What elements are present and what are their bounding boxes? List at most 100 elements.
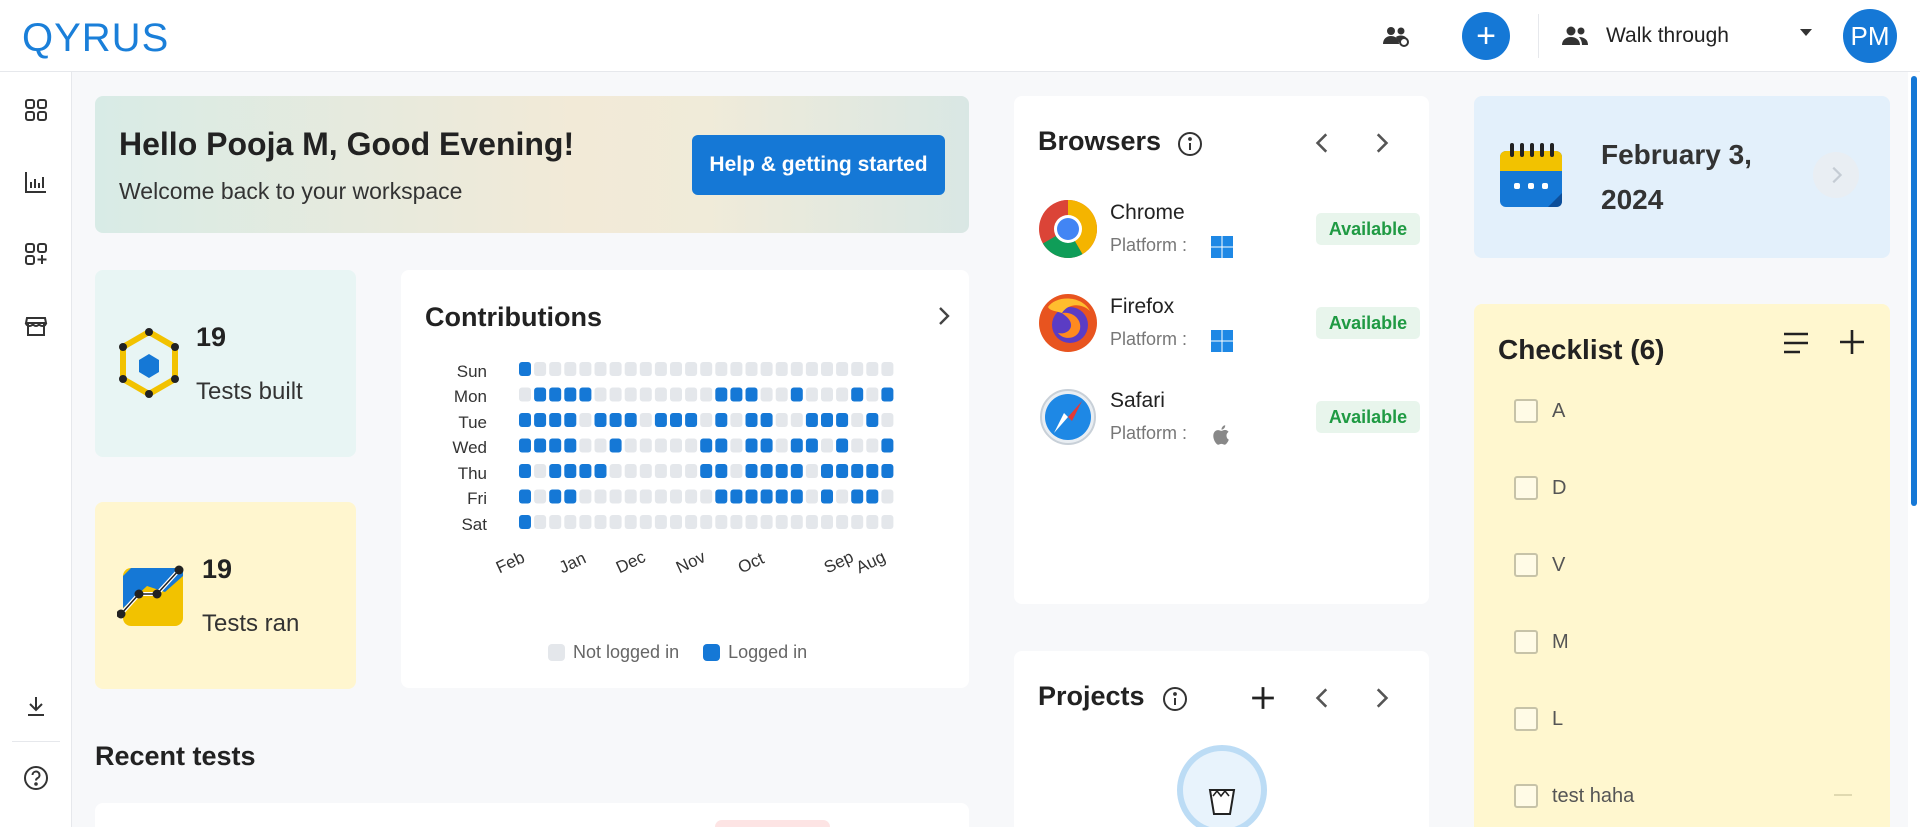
app-logo[interactable]: QYRUS [22, 16, 169, 61]
checklist-item[interactable]: test haha [1514, 781, 1634, 811]
contribution-cell [639, 489, 652, 504]
contribution-cell [609, 489, 622, 504]
list-menu-icon[interactable] [1782, 330, 1810, 356]
chevron-right-icon[interactable] [1368, 130, 1394, 156]
contributions-legend: Not logged in Logged in [548, 642, 807, 663]
contribution-cell [534, 413, 547, 427]
add-button[interactable]: + [1462, 12, 1510, 60]
checkbox[interactable] [1514, 707, 1538, 731]
safari-icon [1040, 389, 1096, 445]
contribution-cell [760, 515, 773, 529]
tests-built-card[interactable]: 19 Tests built [95, 270, 356, 457]
contribution-cell [700, 464, 713, 478]
checklist-item[interactable]: V [1514, 550, 1565, 580]
contribution-cell [534, 362, 547, 376]
contribution-cell [775, 362, 788, 376]
contribution-cell [821, 515, 833, 529]
contribution-cell [851, 438, 864, 453]
contribution-cell [851, 387, 864, 402]
sidebar-item-add-module[interactable] [20, 238, 52, 270]
contribution-cell [685, 489, 698, 504]
plus-icon[interactable] [1838, 328, 1866, 356]
checklist-item[interactable]: A [1514, 396, 1565, 426]
contribution-cell [805, 515, 818, 529]
sidebar-item-download[interactable] [20, 690, 52, 722]
contribution-cell [715, 489, 728, 504]
sidebar [0, 72, 72, 827]
month-label: Oct [735, 548, 768, 578]
recent-test-status-badge [715, 820, 830, 827]
contribution-cell [730, 464, 743, 478]
checkbox[interactable] [1514, 399, 1538, 423]
browser-row-safari[interactable]: Safari Platform : Available [1038, 387, 1420, 451]
contribution-cell [685, 438, 698, 453]
contribution-cell [715, 387, 728, 402]
contribution-cell [670, 464, 682, 478]
checkbox[interactable] [1514, 553, 1538, 577]
contribution-cell [836, 489, 849, 504]
chevron-right-icon[interactable] [1368, 685, 1394, 711]
contribution-cell [654, 362, 667, 376]
contribution-cell [866, 362, 879, 376]
checkbox[interactable] [1514, 476, 1538, 500]
checklist-item[interactable]: M [1514, 627, 1569, 657]
contribution-cell [836, 362, 849, 376]
contribution-cell [745, 489, 758, 504]
contribution-cell [549, 413, 562, 427]
contribution-cell [760, 362, 773, 376]
contribution-cell [670, 413, 682, 427]
contribution-cell [639, 438, 652, 453]
sidebar-item-help[interactable] [20, 762, 52, 794]
contribution-grid [519, 362, 894, 529]
contribution-cell [760, 438, 773, 453]
avatar[interactable]: PM [1843, 9, 1897, 63]
info-icon[interactable] [1177, 131, 1203, 157]
chevron-left-icon[interactable] [1310, 685, 1336, 711]
contribution-cell [866, 387, 879, 402]
date-next-button[interactable] [1813, 152, 1859, 198]
users-icon [1562, 26, 1588, 45]
contribution-cell [549, 489, 562, 504]
help-getting-started-button[interactable]: Help & getting started [692, 135, 945, 195]
checklist-item[interactable]: D [1514, 473, 1566, 503]
plus-icon[interactable] [1250, 685, 1276, 711]
checklist-item[interactable]: L [1514, 704, 1563, 734]
contribution-cell [624, 387, 637, 402]
month-label: Nov [673, 547, 709, 578]
team-settings-button[interactable] [1378, 18, 1414, 54]
page-scrollbar[interactable] [1908, 72, 1920, 827]
contribution-cell [881, 362, 894, 376]
tests-ran-card[interactable]: 19 Tests ran [95, 502, 356, 689]
help-circle-icon [24, 766, 48, 790]
tests-built-count: 19 [196, 322, 227, 352]
browser-row-chrome[interactable]: Chrome Platform : Available [1038, 199, 1420, 263]
status-badge: Available [1316, 401, 1420, 433]
checkbox[interactable] [1514, 784, 1538, 808]
contribution-cell [549, 464, 562, 478]
checklist-item-delete[interactable] [1834, 794, 1852, 796]
chevron-left-icon[interactable] [1310, 130, 1336, 156]
scrollbar-thumb[interactable] [1911, 76, 1917, 506]
sidebar-item-store[interactable] [20, 310, 52, 342]
chart-line-icon [117, 565, 184, 626]
contribution-cell [790, 464, 803, 478]
add-module-icon [25, 243, 47, 265]
contribution-cell [805, 464, 818, 478]
info-icon[interactable] [1162, 686, 1188, 712]
workspace-select[interactable]: Walk through [1562, 16, 1812, 56]
contribution-cell [594, 413, 607, 427]
checklist-item-label: M [1552, 630, 1569, 653]
contribution-cell [519, 362, 531, 376]
contribution-cell [624, 464, 637, 478]
chevron-right-icon[interactable] [931, 304, 955, 328]
sidebar-item-reports[interactable] [20, 166, 52, 198]
sidebar-item-dashboard[interactable] [20, 94, 52, 126]
contribution-cell [745, 362, 758, 376]
browser-row-firefox[interactable]: Firefox Platform : Available [1038, 293, 1420, 357]
day-label-wed: Wed [452, 438, 487, 457]
contribution-cell [775, 438, 788, 453]
contribution-cell [866, 438, 879, 453]
contribution-cell [534, 515, 547, 529]
checkbox[interactable] [1514, 630, 1538, 654]
contribution-cell [866, 413, 879, 427]
